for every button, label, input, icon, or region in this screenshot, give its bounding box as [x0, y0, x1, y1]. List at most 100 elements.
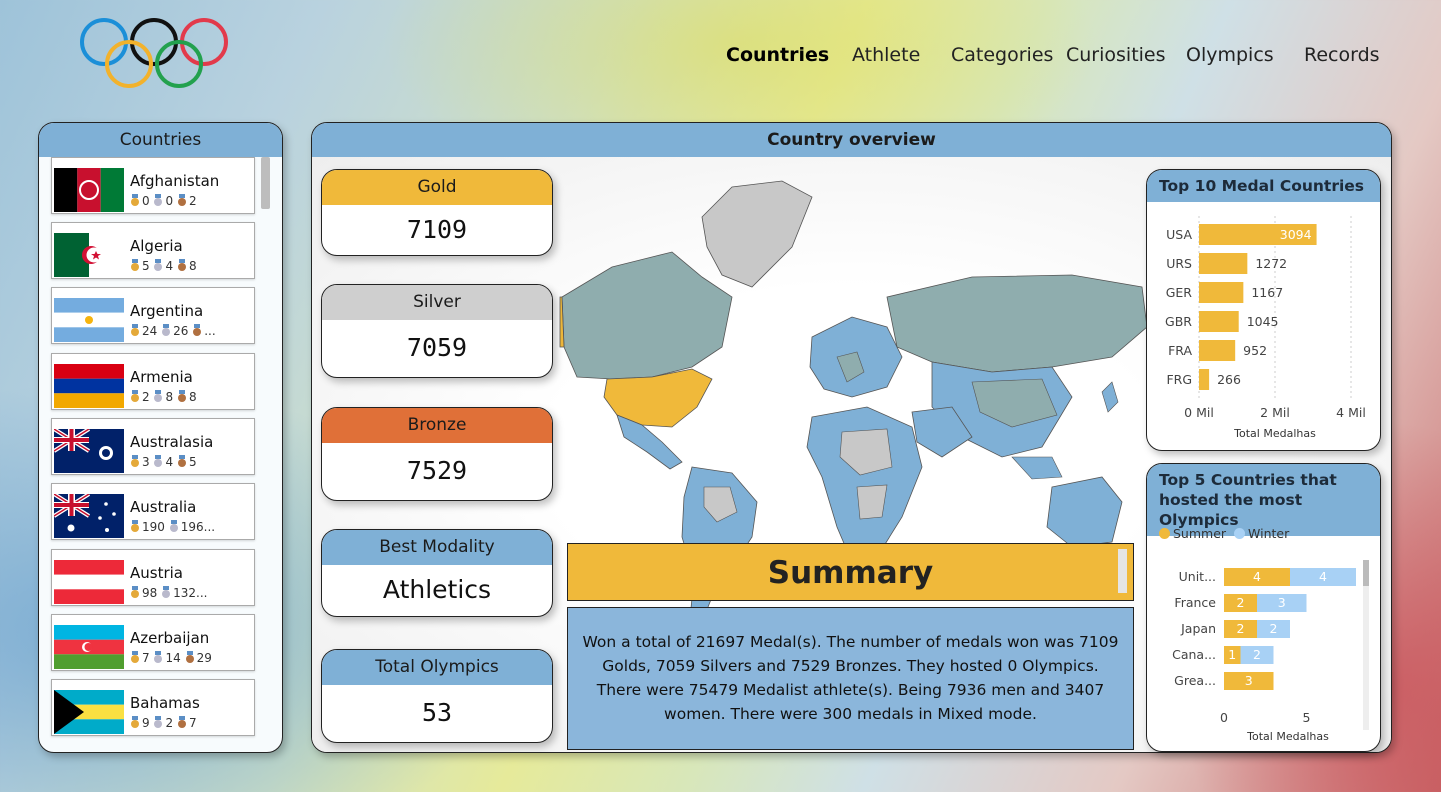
top5-legend: Summer Winter	[1159, 526, 1289, 541]
top5-value-label: 2	[1253, 647, 1261, 662]
silver-medal-icon	[161, 324, 171, 336]
nav-athlete[interactable]: Athlete	[852, 44, 920, 66]
country-card-afghanistan[interactable]: Afghanistan 0 0 2	[51, 157, 255, 214]
silver-medal-icon	[169, 520, 179, 532]
top5-x-tick: 5	[1303, 710, 1311, 725]
summary-scrollbar[interactable]	[1118, 549, 1127, 593]
azerbaijan-flag-icon	[54, 625, 124, 669]
gold-medal-icon	[130, 716, 140, 728]
gold-medal-icon	[130, 324, 140, 336]
top5-category-label: France	[1174, 595, 1216, 610]
top10-x-tick: 0 Mil	[1184, 405, 1214, 420]
top10-value-label: 952	[1243, 343, 1267, 358]
top10-x-axis-label: Total Medalhas	[1233, 427, 1316, 440]
bronze-kpi-card: Bronze 7529	[321, 407, 553, 501]
top10-value-label: 1167	[1251, 285, 1283, 300]
top10-chart-title: Top 10 Medal Countries	[1147, 170, 1380, 202]
top10-x-tick: 2 Mil	[1260, 405, 1290, 420]
countries-panel: Countries Afghanistan 0 0 2 Algeria 5 4 …	[38, 122, 283, 753]
country-name: Armenia	[130, 368, 193, 386]
bronze-medal-icon	[177, 259, 187, 271]
country-medals: 2 8 8	[130, 390, 197, 404]
top5-value-label: 2	[1237, 595, 1245, 610]
best-modality-value: Athletics	[382, 575, 492, 604]
top10-bar	[1199, 369, 1210, 390]
nav-categories[interactable]: Categories	[951, 44, 1053, 66]
summary-text: Won a total of 21697 Medal(s). The numbe…	[567, 607, 1134, 750]
nav-countries[interactable]: Countries	[726, 44, 829, 66]
top5-value-label: 4	[1319, 569, 1327, 584]
top5-chart-plot[interactable]: Unit... 4 4France 2 3Japan 2 2Cana... 1 2Grea...…	[1147, 550, 1381, 752]
nav-records[interactable]: Records	[1304, 44, 1380, 66]
top10-chart-plot[interactable]: 0 Mil 2 Mil 4 Mil USA 3094 URS 1272 GER 1167 GBR 1…	[1147, 202, 1381, 451]
top10-value-label: 1045	[1247, 314, 1279, 329]
country-name: Australia	[130, 498, 197, 516]
legend-winter: Winter	[1248, 526, 1290, 541]
country-medals: 5 4 8	[130, 259, 197, 273]
country-card-argentina[interactable]: Argentina 24 26 ...	[51, 287, 255, 344]
australasia-flag-icon	[54, 429, 124, 473]
silver-medal-icon	[153, 194, 163, 206]
country-card-armenia[interactable]: Armenia 2 8 8	[51, 353, 255, 410]
argentina-flag-icon	[54, 298, 124, 342]
silver-kpi-label: Silver	[322, 285, 552, 320]
top5-value-label: 3	[1245, 673, 1253, 688]
bronze-medal-icon	[177, 390, 187, 402]
country-name: Azerbaijan	[130, 629, 210, 647]
gold-medal-icon	[130, 390, 140, 402]
total-olympics-card: Total Olympics 53	[321, 649, 553, 743]
gold-medal-icon	[130, 259, 140, 271]
bronze-kpi-label: Bronze	[322, 408, 552, 443]
country-name: Bahamas	[130, 694, 200, 712]
top5-category-label: Japan	[1180, 621, 1216, 636]
top5-value-label: 4	[1253, 569, 1261, 584]
algeria-flag-icon	[54, 233, 124, 277]
bronze-medal-icon	[177, 194, 187, 206]
top5-x-axis-label: Total Medalhas	[1246, 730, 1329, 743]
top5-value-label: 2	[1237, 621, 1245, 636]
top5-value-label: 2	[1270, 621, 1278, 636]
silver-kpi-card: Silver 7059	[321, 284, 553, 378]
country-card-bahamas[interactable]: Bahamas 9 2 7	[51, 679, 255, 736]
silver-medal-icon	[153, 455, 163, 467]
total-olympics-value: 53	[421, 698, 453, 727]
top5-category-label: Cana...	[1172, 647, 1216, 662]
country-card-australia[interactable]: Australia 190 196...	[51, 483, 255, 540]
summary-title: Summary	[567, 543, 1134, 601]
country-name: Argentina	[130, 302, 204, 320]
top5-category-label: Grea...	[1174, 673, 1216, 688]
top10-bar	[1199, 282, 1244, 303]
nav-curiosities[interactable]: Curiosities	[1066, 44, 1166, 66]
bronze-medal-icon	[185, 651, 195, 663]
armenia-flag-icon	[54, 364, 124, 408]
gold-medal-icon	[130, 455, 140, 467]
gold-medal-icon	[130, 651, 140, 663]
gold-medal-icon	[130, 586, 140, 598]
gold-kpi-value: 7109	[406, 215, 468, 244]
country-medals: 98 132...	[130, 586, 207, 600]
country-card-algeria[interactable]: Algeria 5 4 8	[51, 222, 255, 279]
top10-value-label: 3094	[1280, 227, 1312, 242]
top10-value-label: 1272	[1255, 256, 1287, 271]
top10-category-label: FRG	[1166, 372, 1192, 387]
top10-category-label: USA	[1166, 227, 1192, 242]
silver-medal-icon	[153, 259, 163, 271]
country-name: Algeria	[130, 237, 183, 255]
best-modality-card: Best Modality Athletics	[321, 529, 553, 617]
top5-x-tick: 0	[1220, 710, 1228, 725]
bronze-medal-icon	[177, 716, 187, 728]
countries-panel-title: Countries	[39, 123, 282, 157]
bahamas-flag-icon	[54, 690, 124, 734]
top10-category-label: GBR	[1165, 314, 1192, 329]
country-card-australasia[interactable]: Australasia 3 4 5	[51, 418, 255, 475]
country-list-scrollbar[interactable]	[261, 157, 270, 209]
top10-bar	[1199, 340, 1236, 361]
nav-olympics[interactable]: Olympics	[1186, 44, 1274, 66]
overview-title: Country overview	[312, 123, 1391, 157]
country-list[interactable]: Afghanistan 0 0 2 Algeria 5 4 8 Argentin…	[39, 157, 282, 752]
country-card-azerbaijan[interactable]: Azerbaijan 7 14 29	[51, 614, 255, 671]
gold-medal-icon	[130, 520, 140, 532]
top10-value-label: 266	[1217, 372, 1241, 387]
country-card-austria[interactable]: Austria 98 132...	[51, 549, 255, 606]
silver-medal-icon	[153, 716, 163, 728]
